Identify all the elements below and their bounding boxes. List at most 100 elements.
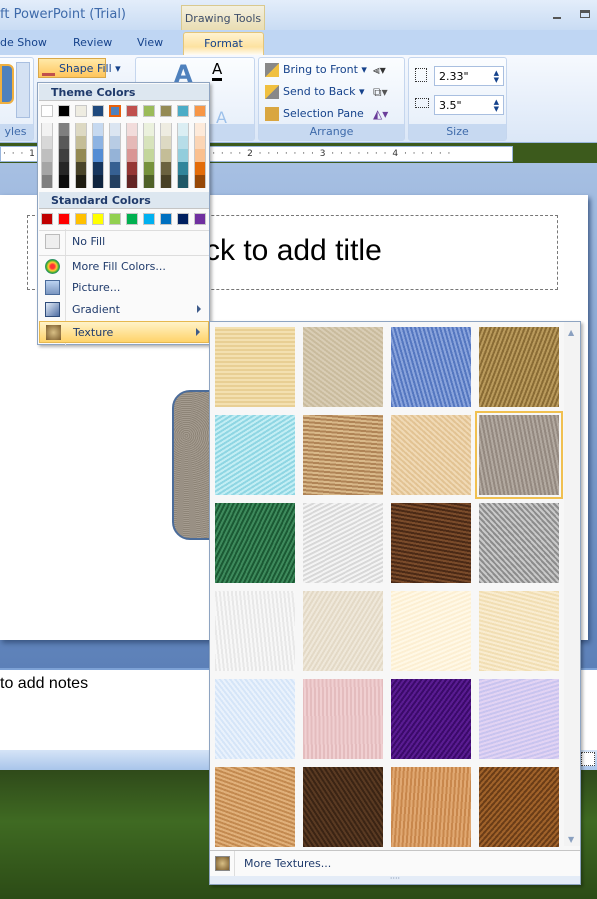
group-icon[interactable]: ⧉▾ bbox=[373, 85, 388, 100]
theme-shade-swatch[interactable] bbox=[160, 175, 172, 188]
texture-tile[interactable] bbox=[479, 679, 559, 759]
theme-shade-swatch[interactable] bbox=[126, 162, 138, 175]
texture-tile[interactable] bbox=[303, 327, 383, 407]
theme-shade-swatch[interactable] bbox=[143, 162, 155, 175]
standard-color-swatch[interactable] bbox=[41, 213, 53, 225]
theme-shade-swatch[interactable] bbox=[194, 136, 206, 149]
theme-shade-swatch[interactable] bbox=[92, 123, 104, 136]
theme-shade-swatch[interactable] bbox=[58, 162, 70, 175]
rotate-icon[interactable]: ◭▾ bbox=[373, 107, 388, 121]
theme-shade-swatch[interactable] bbox=[194, 123, 206, 136]
selection-pane-button[interactable]: Selection Pane bbox=[265, 107, 364, 121]
scroll-down-icon[interactable]: ▼ bbox=[568, 835, 574, 844]
texture-tile[interactable] bbox=[215, 327, 295, 407]
theme-shade-swatch[interactable] bbox=[177, 123, 189, 136]
texture-tile[interactable] bbox=[215, 503, 295, 583]
theme-shade-swatch[interactable] bbox=[160, 162, 172, 175]
theme-shade-swatch[interactable] bbox=[41, 123, 53, 136]
theme-shade-swatch[interactable] bbox=[41, 136, 53, 149]
send-to-back-button[interactable]: Send to Back ▾ bbox=[265, 85, 364, 99]
theme-shade-swatch[interactable] bbox=[58, 123, 70, 136]
theme-color-swatch[interactable] bbox=[160, 105, 172, 117]
more-textures-item[interactable]: More Textures... bbox=[210, 850, 580, 876]
resize-grip[interactable]: ···· bbox=[210, 875, 580, 884]
theme-shade-swatch[interactable] bbox=[177, 175, 189, 188]
scroll-up-icon[interactable]: ▲ bbox=[568, 328, 574, 337]
no-fill-item[interactable]: No Fill bbox=[39, 230, 209, 252]
standard-color-swatch[interactable] bbox=[194, 213, 206, 225]
theme-shade-swatch[interactable] bbox=[58, 175, 70, 188]
theme-shade-swatch[interactable] bbox=[75, 149, 87, 162]
theme-shade-swatch[interactable] bbox=[92, 149, 104, 162]
standard-color-swatch[interactable] bbox=[177, 213, 189, 225]
theme-color-swatch[interactable] bbox=[126, 105, 138, 117]
notes-placeholder[interactable]: to add notes bbox=[0, 675, 88, 693]
texture-tile[interactable] bbox=[303, 679, 383, 759]
theme-shade-swatch[interactable] bbox=[41, 175, 53, 188]
texture-tile[interactable] bbox=[475, 411, 563, 499]
texture-tile[interactable] bbox=[391, 767, 471, 847]
title-placeholder-text[interactable]: ck to add title bbox=[205, 234, 382, 268]
bring-to-front-button[interactable]: Bring to Front ▾ bbox=[265, 63, 367, 77]
theme-shade-swatch[interactable] bbox=[75, 175, 87, 188]
more-fill-colors-item[interactable]: More Fill Colors... bbox=[39, 255, 209, 277]
theme-shade-swatch[interactable] bbox=[58, 136, 70, 149]
theme-shade-swatch[interactable] bbox=[194, 162, 206, 175]
texture-tile[interactable] bbox=[391, 591, 471, 671]
theme-color-swatch[interactable] bbox=[58, 105, 70, 117]
maximize-button[interactable] bbox=[580, 10, 594, 20]
theme-shade-swatch[interactable] bbox=[92, 175, 104, 188]
texture-tile[interactable] bbox=[215, 679, 295, 759]
tab-review[interactable]: Review bbox=[73, 36, 112, 49]
theme-shade-swatch[interactable] bbox=[109, 175, 121, 188]
texture-tile[interactable] bbox=[479, 327, 559, 407]
texture-tile[interactable] bbox=[391, 503, 471, 583]
picture-item[interactable]: Picture... bbox=[39, 277, 209, 299]
theme-shade-swatch[interactable] bbox=[177, 136, 189, 149]
theme-shade-swatch[interactable] bbox=[58, 149, 70, 162]
theme-shade-swatch[interactable] bbox=[143, 123, 155, 136]
tab-format[interactable]: Format bbox=[183, 32, 264, 56]
shape-width-input[interactable]: 3.5" ▲ ▼ bbox=[434, 95, 504, 115]
tab-slide-show[interactable]: de Show bbox=[0, 36, 47, 49]
texture-tile[interactable] bbox=[479, 503, 559, 583]
theme-shade-swatch[interactable] bbox=[75, 162, 87, 175]
theme-color-swatch[interactable] bbox=[92, 105, 104, 117]
theme-shade-swatch[interactable] bbox=[160, 123, 172, 136]
theme-color-swatch[interactable] bbox=[177, 105, 189, 117]
texture-tile[interactable] bbox=[303, 415, 383, 495]
theme-shade-swatch[interactable] bbox=[41, 149, 53, 162]
standard-color-swatch[interactable] bbox=[160, 213, 172, 225]
theme-shade-swatch[interactable] bbox=[194, 149, 206, 162]
texture-tile[interactable] bbox=[391, 415, 471, 495]
theme-shade-swatch[interactable] bbox=[126, 123, 138, 136]
theme-shade-swatch[interactable] bbox=[92, 162, 104, 175]
theme-shade-swatch[interactable] bbox=[160, 149, 172, 162]
texture-tile[interactable] bbox=[391, 327, 471, 407]
theme-shade-swatch[interactable] bbox=[194, 175, 206, 188]
shape-height-input[interactable]: 2.33" ▲ ▼ bbox=[434, 66, 504, 86]
texture-tile[interactable] bbox=[303, 767, 383, 847]
theme-shade-swatch[interactable] bbox=[143, 149, 155, 162]
standard-color-swatch[interactable] bbox=[58, 213, 70, 225]
theme-shade-swatch[interactable] bbox=[92, 136, 104, 149]
theme-shade-swatch[interactable] bbox=[109, 136, 121, 149]
fit-to-window-button[interactable] bbox=[581, 752, 595, 766]
texture-tile[interactable] bbox=[479, 767, 559, 847]
minimize-button[interactable] bbox=[553, 10, 567, 20]
texture-tile[interactable] bbox=[391, 679, 471, 759]
gallery-scroll[interactable] bbox=[16, 62, 30, 118]
theme-shade-swatch[interactable] bbox=[126, 149, 138, 162]
theme-shade-swatch[interactable] bbox=[75, 123, 87, 136]
standard-color-swatch[interactable] bbox=[126, 213, 138, 225]
theme-shade-swatch[interactable] bbox=[75, 136, 87, 149]
standard-color-swatch[interactable] bbox=[143, 213, 155, 225]
texture-tile[interactable] bbox=[215, 767, 295, 847]
gallery-scrollbar[interactable]: ▲ ▼ bbox=[564, 322, 580, 846]
texture-tile[interactable] bbox=[303, 591, 383, 671]
texture-tile[interactable] bbox=[479, 591, 559, 671]
theme-shade-swatch[interactable] bbox=[109, 149, 121, 162]
theme-color-swatch[interactable] bbox=[143, 105, 155, 117]
tab-view[interactable]: View bbox=[137, 36, 163, 49]
theme-color-swatch[interactable] bbox=[41, 105, 53, 117]
